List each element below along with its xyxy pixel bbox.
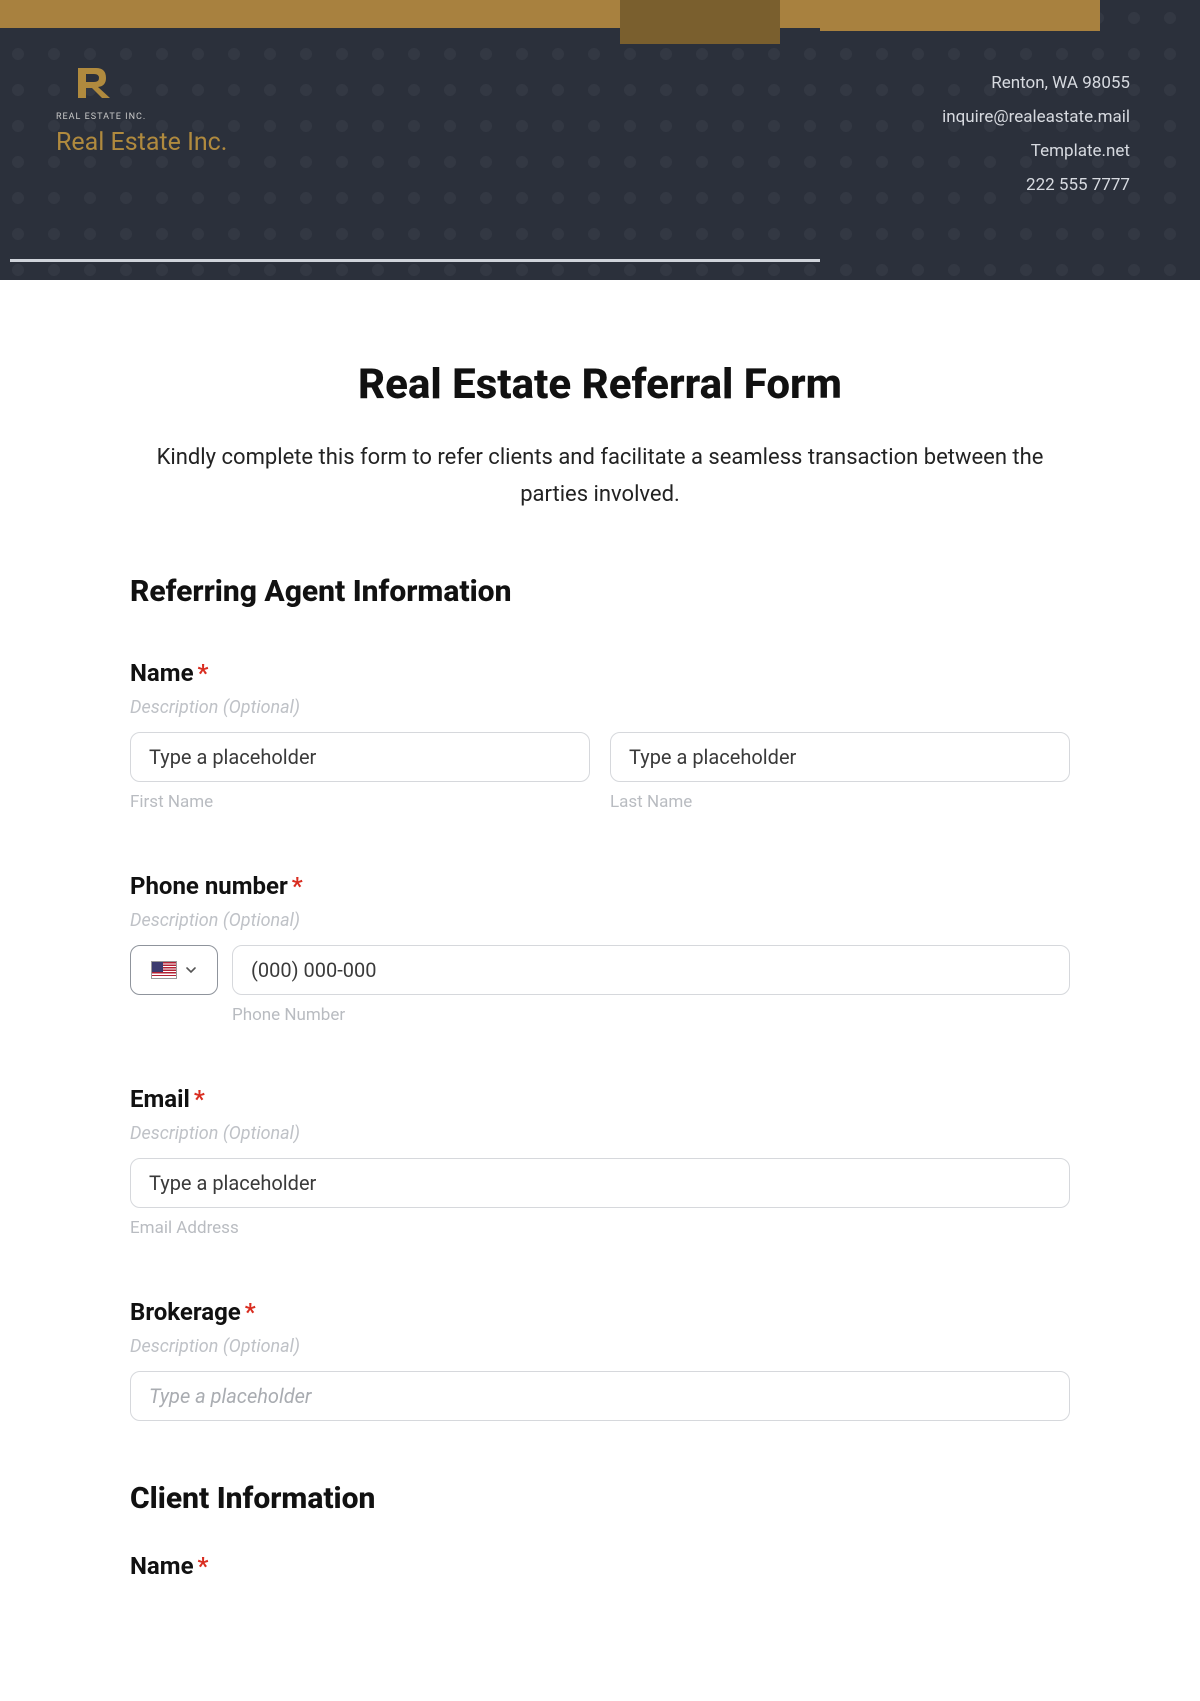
email-required-mark: * [194, 1085, 205, 1113]
country-code-select[interactable] [130, 945, 218, 995]
field-phone: Phone number* Description (Optional) Pho… [130, 872, 1070, 1025]
chevron-down-icon [185, 964, 197, 976]
contact-email: inquire@realeastate.mail [942, 100, 1130, 134]
field-client-name: Name* [130, 1552, 1070, 1580]
name-description: Description (Optional) [130, 697, 1070, 718]
phone-number-input[interactable] [232, 945, 1070, 995]
header-bar-gold [0, 0, 1100, 28]
us-flag-icon [151, 961, 177, 979]
section-agent-heading: Referring Agent Information [130, 574, 1070, 609]
header-rule-gold [820, 28, 1100, 31]
client-name-required-mark: * [198, 1552, 209, 1580]
field-name: Name* Description (Optional) First Name … [130, 659, 1070, 812]
field-email: Email* Description (Optional) Email Addr… [130, 1085, 1070, 1238]
brokerage-required-mark: * [245, 1298, 256, 1326]
contact-phone: 222 555 7777 [942, 168, 1130, 202]
first-name-sublabel: First Name [130, 792, 590, 812]
logo-icon [68, 56, 120, 108]
phone-label: Phone number [130, 872, 288, 900]
contact-site: Template.net [942, 134, 1130, 168]
name-required-mark: * [198, 659, 209, 687]
email-description: Description (Optional) [130, 1123, 1070, 1144]
name-label: Name [130, 659, 194, 687]
form-content: Real Estate Referral Form Kindly complet… [0, 280, 1200, 1620]
header-bar-dark [620, 0, 780, 44]
email-sublabel: Email Address [130, 1218, 1070, 1238]
logo-title: Real Estate Inc. [56, 128, 227, 157]
section-client-heading: Client Information [130, 1481, 1070, 1516]
contact-info: Renton, WA 98055 inquire@realeastate.mai… [942, 66, 1130, 202]
contact-address: Renton, WA 98055 [942, 66, 1130, 100]
email-input[interactable] [130, 1158, 1070, 1208]
phone-required-mark: * [292, 872, 303, 900]
logo-block: REAL ESTATE INC. Real Estate Inc. [56, 56, 227, 157]
field-brokerage: Brokerage* Description (Optional) [130, 1298, 1070, 1421]
form-title: Real Estate Referral Form [130, 360, 1070, 409]
brokerage-input[interactable] [130, 1371, 1070, 1421]
first-name-input[interactable] [130, 732, 590, 782]
brokerage-label: Brokerage [130, 1298, 241, 1326]
form-intro: Kindly complete this form to refer clien… [130, 439, 1070, 514]
email-label: Email [130, 1085, 190, 1113]
phone-description: Description (Optional) [130, 910, 1070, 931]
client-name-label: Name [130, 1552, 194, 1580]
last-name-sublabel: Last Name [610, 792, 1070, 812]
brokerage-description: Description (Optional) [130, 1336, 1070, 1357]
logo-subtitle: REAL ESTATE INC. [56, 112, 227, 122]
phone-sublabel: Phone Number [232, 1005, 1070, 1025]
last-name-input[interactable] [610, 732, 1070, 782]
header-rule-light [10, 259, 820, 262]
page-header: REAL ESTATE INC. Real Estate Inc. Renton… [0, 0, 1200, 280]
